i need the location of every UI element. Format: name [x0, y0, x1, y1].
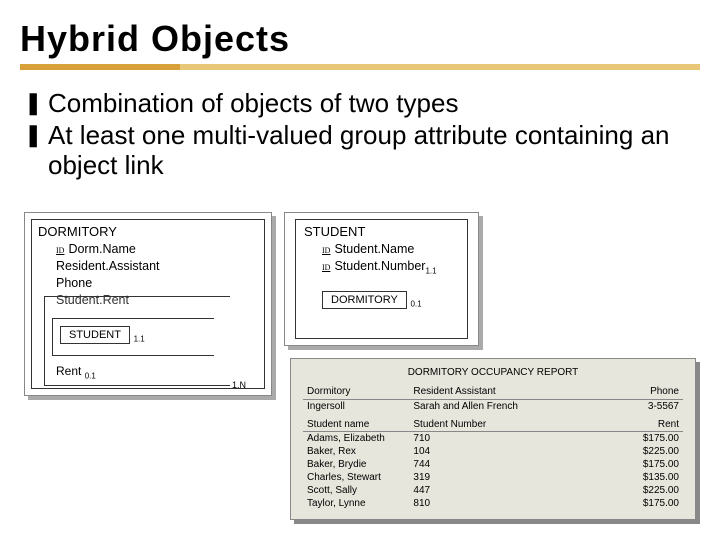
table-row: Baker, Rex104$225.00: [303, 445, 683, 458]
cell-rent: $175.00: [592, 458, 683, 471]
table-row: Taylor, Lynne810$175.00: [303, 497, 683, 510]
col-phone: Phone: [592, 384, 683, 400]
cell-rent: $175.00: [592, 432, 683, 446]
table-row: Baker, Brydie744$175.00: [303, 458, 683, 471]
cell-name: Scott, Sally: [303, 484, 409, 497]
cell-number: 710: [409, 432, 591, 446]
table-row: Charles, Stewart319$135.00: [303, 471, 683, 484]
col-student-number: Student Number: [409, 413, 591, 432]
bullet-list: ❚ Combination of objects of two types ❚ …: [0, 70, 720, 192]
cell-rent: $135.00: [592, 471, 683, 484]
cell-number: 744: [409, 458, 591, 471]
cell-number: 104: [409, 445, 591, 458]
table-row: Adams, Elizabeth710$175.00: [303, 432, 683, 446]
object-name: STUDENT: [304, 224, 459, 239]
occupancy-report: DORMITORY OCCUPANCY REPORT Dormitory Res…: [290, 358, 696, 520]
attr-student-name: Student.Name: [334, 242, 414, 256]
cell-rent: $225.00: [592, 484, 683, 497]
attr-ra: Resident.Assistant: [56, 258, 258, 275]
cell-number: 447: [409, 484, 591, 497]
cell-phone: 3-5567: [592, 400, 683, 414]
bullet-text: Combination of objects of two types: [48, 88, 458, 118]
col-student-name: Student name: [303, 413, 409, 432]
cell-name: Baker, Brydie: [303, 458, 409, 471]
student-link: STUDENT: [60, 326, 130, 344]
bullet-item: ❚ Combination of objects of two types: [24, 88, 696, 118]
bullet-icon: ❚: [24, 88, 48, 118]
card-label: 1.1: [425, 266, 436, 275]
card-label: 1.1: [134, 335, 145, 344]
col-rent: Rent: [592, 413, 683, 432]
object-name: DORMITORY: [38, 224, 258, 239]
bullet-text: At least one multi-valued group attribut…: [48, 120, 696, 180]
card-label: 0.1: [410, 300, 421, 309]
report-title: DORMITORY OCCUPANCY REPORT: [303, 367, 683, 378]
title-underline: [20, 64, 700, 70]
cell-name: Charles, Stewart: [303, 471, 409, 484]
slide-title: Hybrid Objects: [20, 18, 700, 60]
col-dormitory: Dormitory: [303, 384, 409, 400]
col-ra: Resident Assistant: [409, 384, 591, 400]
attr-student-number: Student.Number: [334, 259, 425, 273]
attr-rent: Rent: [56, 364, 81, 378]
dormitory-link: DORMITORY: [322, 291, 407, 309]
cell-rent: $225.00: [592, 445, 683, 458]
attr-phone: Phone: [56, 275, 258, 292]
cell-dormitory: Ingersoll: [303, 400, 409, 414]
card-label: 0.1: [85, 371, 96, 380]
bullet-icon: ❚: [24, 120, 48, 150]
cell-name: Taylor, Lynne: [303, 497, 409, 510]
report-table: Dormitory Resident Assistant Phone Inger…: [303, 384, 683, 510]
table-row: Scott, Sally447$225.00: [303, 484, 683, 497]
bullet-item: ❚ At least one multi-valued group attrib…: [24, 120, 696, 180]
cell-name: Adams, Elizabeth: [303, 432, 409, 446]
cell-name: Baker, Rex: [303, 445, 409, 458]
cell-ra: Sarah and Allen French: [409, 400, 591, 414]
card-label: 1.N: [232, 380, 246, 390]
attr-dorm-name: Dorm.Name: [68, 242, 135, 256]
cell-number: 319: [409, 471, 591, 484]
dormitory-diagram: DORMITORY IDDorm.Name Resident.Assistant…: [24, 212, 272, 396]
student-diagram: STUDENT IDStudent.Name IDStudent.Number1…: [284, 212, 479, 346]
cell-rent: $175.00: [592, 497, 683, 510]
cell-number: 810: [409, 497, 591, 510]
